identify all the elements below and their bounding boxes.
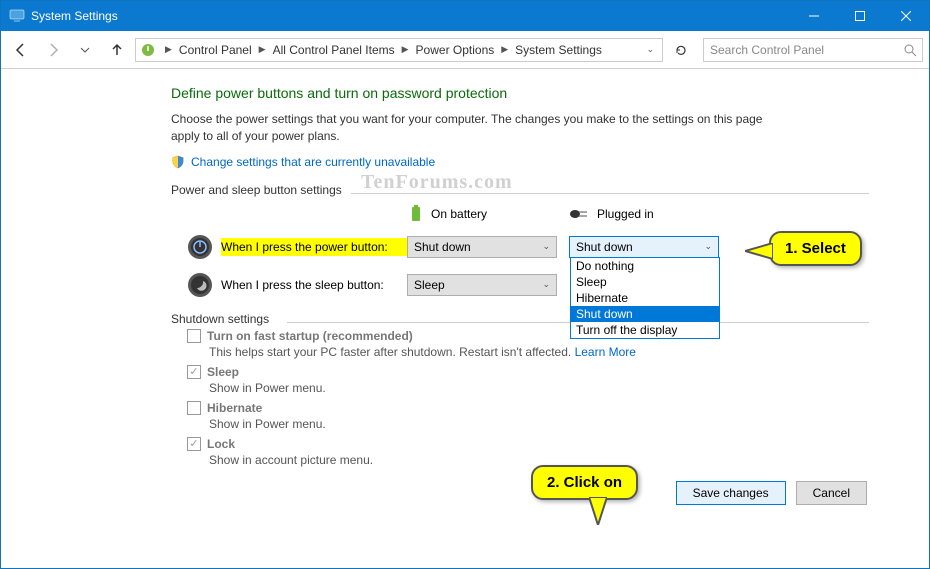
change-settings-link[interactable]: Change settings that are currently unava… [191,155,435,169]
crumb-1[interactable]: All Control Panel Items [271,41,397,59]
sleep-label: Sleep [207,365,239,379]
opt-shut-down[interactable]: Shut down [571,306,719,322]
page-description: Choose the power settings that you want … [171,111,771,145]
sleep-battery-combo[interactable]: Sleep⌄ [407,274,557,296]
power-plugged-combo[interactable]: Shut down⌄ [569,236,719,258]
minimize-button[interactable] [791,1,837,31]
fast-startup-label: Turn on fast startup (recommended) [207,329,413,343]
monitor-icon [9,8,25,24]
forward-button[interactable] [39,36,67,64]
hibernate-checkbox[interactable] [187,401,201,415]
callout-click-on: 2. Click on [531,465,638,500]
lock-label: Lock [207,437,235,451]
plugged-dropdown[interactable]: Do nothing Sleep Hibernate Shut down Tur… [570,257,720,339]
crumb-2[interactable]: Power Options [414,41,497,59]
opt-hibernate[interactable]: Hibernate [571,290,719,306]
plug-icon [569,207,591,221]
window-title: System Settings [31,9,118,23]
search-placeholder: Search Control Panel [710,43,824,57]
hibernate-label: Hibernate [207,401,262,415]
maximize-button[interactable] [837,1,883,31]
col-plugged: Plugged in [597,207,654,221]
recent-button[interactable] [71,36,99,64]
opt-do-nothing[interactable]: Do nothing [571,258,719,274]
battery-icon [409,204,425,224]
save-changes-button[interactable]: Save changes [676,481,786,505]
fast-startup-checkbox[interactable] [187,329,201,343]
section-power-sleep: Power and sleep button settings [171,183,869,197]
power-button-icon [187,234,213,260]
search-input[interactable]: Search Control Panel [703,38,923,62]
search-icon [903,43,917,57]
sleep-button-icon [187,272,213,298]
up-button[interactable] [103,36,131,64]
section-shutdown: Shutdown settings [171,312,869,326]
shield-icon [171,155,185,169]
opt-turn-off-display[interactable]: Turn off the display [571,322,719,338]
cancel-button[interactable]: Cancel [796,481,867,505]
learn-more-link[interactable]: Learn More [575,345,636,359]
close-button[interactable] [883,1,929,31]
lock-checkbox[interactable]: ✓ [187,437,201,451]
page-heading: Define power buttons and turn on passwor… [171,85,869,101]
back-button[interactable] [7,36,35,64]
refresh-button[interactable] [667,36,695,64]
col-battery: On battery [431,207,487,221]
power-button-label: When I press the power button: [221,238,407,256]
sleep-button-label: When I press the sleep button: [221,278,407,292]
opt-sleep[interactable]: Sleep [571,274,719,290]
power-battery-combo[interactable]: Shut down⌄ [407,236,557,258]
breadcrumb[interactable]: ▶ Control Panel▶ All Control Panel Items… [135,38,663,62]
power-options-icon [140,42,156,58]
callout-select: 1. Select [769,231,862,266]
sleep-checkbox[interactable]: ✓ [187,365,201,379]
crumb-0[interactable]: Control Panel [177,41,254,59]
crumb-3[interactable]: System Settings [513,41,604,59]
